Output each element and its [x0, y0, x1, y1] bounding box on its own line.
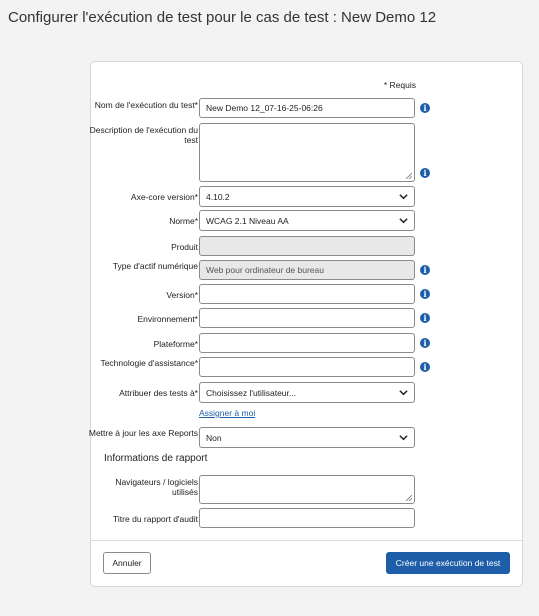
chevron-down-icon [399, 390, 408, 396]
version-label: Version* [166, 290, 198, 300]
assign-user-select[interactable]: Choisissez l'utilisateur... [199, 382, 415, 403]
assign-to-me-link[interactable]: Assigner à moi [199, 408, 255, 418]
description-label: Description de l'exécution du test [89, 125, 198, 145]
axe-core-version-value: 4.10.2 [206, 191, 230, 202]
norme-label: Norme* [169, 216, 198, 226]
required-note: * Requis [383, 80, 416, 90]
plateforme-input[interactable] [199, 333, 415, 353]
form-footer: Annuler Créer une exécution de test [91, 540, 522, 586]
info-icon[interactable]: i [420, 265, 430, 275]
environnement-input[interactable] [199, 308, 415, 328]
produit-input [199, 236, 415, 256]
mettre-a-jour-label: Mettre à jour les axe Reports [88, 428, 198, 438]
norme-value: WCAG 2.1 Niveau AA [206, 215, 289, 226]
name-input[interactable] [199, 98, 415, 118]
type-actif-label: Type d'actif numérique [112, 261, 198, 271]
attribuer-label: Attribuer des tests à* [119, 388, 198, 398]
axe-core-version-select[interactable]: 4.10.2 [199, 186, 415, 207]
axe-core-version-label: Axe-core version* [130, 192, 198, 202]
navigateurs-label: Navigateurs / logiciels utilisés [115, 477, 198, 497]
page-title: Configurer l'exécution de test pour le c… [8, 9, 437, 26]
norme-select[interactable]: WCAG 2.1 Niveau AA [199, 210, 415, 231]
chevron-down-icon [399, 218, 408, 224]
info-icon[interactable]: i [420, 103, 430, 113]
cancel-button[interactable]: Annuler [103, 552, 151, 574]
report-section-title: Informations de rapport [104, 453, 208, 464]
update-reports-select[interactable]: Non [199, 427, 415, 448]
chevron-down-icon [399, 435, 408, 441]
name-label: Nom de l'exécution du test* [94, 100, 198, 110]
resize-grip-icon[interactable] [406, 495, 412, 501]
info-icon[interactable]: i [420, 338, 430, 348]
browsers-textarea[interactable] [199, 475, 415, 504]
type-actif-input [199, 260, 415, 280]
info-icon[interactable]: i [420, 362, 430, 372]
produit-label: Produit [171, 242, 198, 252]
test-run-form-card: * Requis Nom de l'exécution du test* i D… [88, 61, 523, 587]
info-icon[interactable]: i [420, 168, 430, 178]
assign-user-value: Choisissez l'utilisateur... [206, 387, 296, 398]
create-test-run-button[interactable]: Créer une exécution de test [386, 552, 510, 574]
technologie-input[interactable] [199, 357, 415, 377]
version-input[interactable] [199, 284, 415, 304]
description-textarea[interactable] [199, 123, 415, 182]
update-reports-value: Non [206, 432, 222, 443]
chevron-down-icon [399, 194, 408, 200]
titre-rapport-label: Titre du rapport d'audit [113, 514, 198, 524]
technologie-label: Technologie d'assistance* [100, 358, 198, 368]
info-icon[interactable]: i [420, 313, 430, 323]
plateforme-label: Plateforme* [153, 339, 198, 349]
info-icon[interactable]: i [420, 289, 430, 299]
resize-grip-icon[interactable] [406, 173, 412, 179]
audit-report-title-input[interactable] [199, 508, 415, 528]
environnement-label: Environnement* [137, 314, 198, 324]
